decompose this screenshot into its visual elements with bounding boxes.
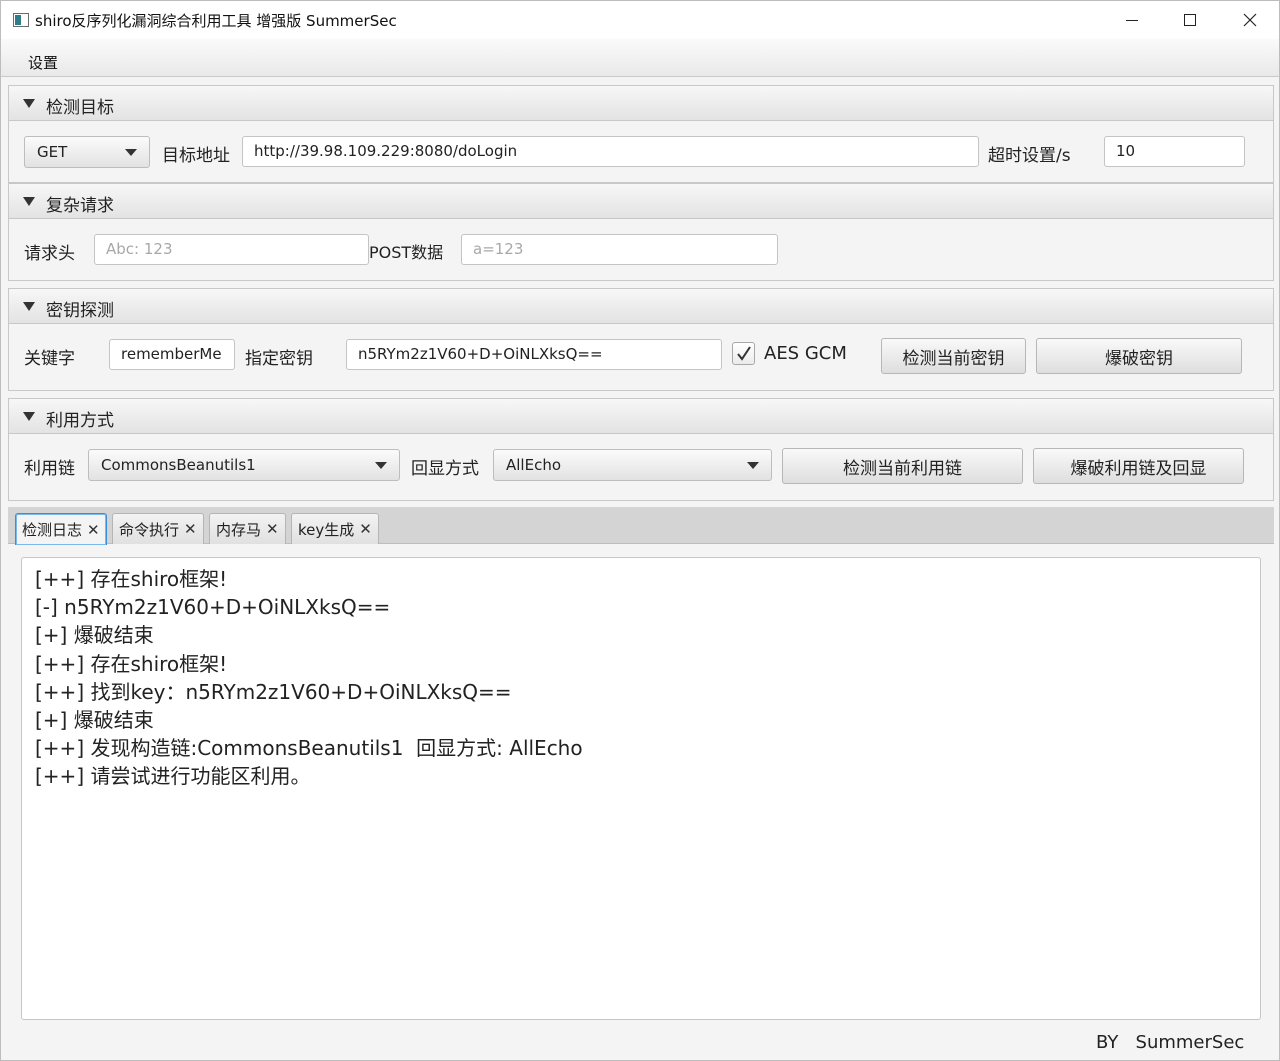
tab-label: key生成 [298, 520, 355, 539]
timeout-label: 超时设置/s [988, 146, 1071, 166]
complex-pane: 复杂请求 请求头 Abc: 123 POST数据 a=123 [8, 183, 1274, 281]
post-data-input[interactable]: a=123 [461, 234, 778, 265]
menu-bar: 设置 [1, 39, 1279, 77]
tab-key-gen[interactable]: key生成 ✕ [291, 513, 379, 544]
chevron-down-icon [375, 462, 387, 469]
close-icon[interactable]: ✕ [359, 520, 372, 538]
exploit-pane: 利用方式 利用链 CommonsBeanutils1 回显方式 AllEcho … [8, 398, 1274, 501]
complex-pane-title: 复杂请求 [46, 196, 114, 216]
footer-credit: BY SummerSec [1096, 1032, 1245, 1053]
close-button[interactable] [1221, 1, 1279, 39]
brute-chain-button[interactable]: 爆破利用链及回显 [1033, 448, 1244, 484]
timeout-input[interactable]: 10 [1104, 136, 1245, 167]
brute-key-button[interactable]: 爆破密钥 [1036, 338, 1242, 374]
echo-label: 回显方式 [411, 459, 479, 479]
log-line: [++] 请尝试进行功能区利用。 [35, 764, 311, 789]
tab-memshell[interactable]: 内存马 ✕ [209, 513, 286, 544]
echo-select[interactable]: AllEcho [493, 449, 772, 481]
tab-command-exec[interactable]: 命令执行 ✕ [112, 513, 204, 544]
tab-label: 内存马 [216, 520, 262, 539]
chain-value: CommonsBeanutils1 [101, 456, 256, 474]
url-label: 目标地址 [162, 146, 230, 166]
complex-pane-header[interactable]: 复杂请求 [9, 184, 1273, 219]
check-chain-button[interactable]: 检测当前利用链 [782, 448, 1023, 484]
headers-input[interactable]: Abc: 123 [94, 234, 369, 265]
tab-label: 命令执行 [119, 520, 180, 539]
keyword-input[interactable]: rememberMe [109, 339, 235, 370]
echo-value: AllEcho [506, 456, 562, 474]
aes-gcm-label: AES GCM [764, 343, 847, 364]
log-line: [+] 爆破结束 [35, 708, 154, 733]
url-input[interactable]: http://39.98.109.229:8080/doLogin [242, 136, 979, 167]
post-label: POST数据 [369, 243, 444, 262]
chain-select[interactable]: CommonsBeanutils1 [88, 449, 400, 481]
target-pane: 检测目标 GET 目标地址 http://39.98.109.229:8080/… [8, 85, 1274, 183]
app-window: shiro反序列化漏洞综合利用工具 增强版 SummerSec 设置 检测目标 … [0, 0, 1280, 1061]
key-input[interactable]: n5RYm2z1V60+D+OiNLXksQ== [346, 339, 722, 370]
log-textarea[interactable]: [++] 存在shiro框架! [-] n5RYm2z1V60+D+OiNLXk… [21, 557, 1261, 1020]
chevron-down-icon [747, 462, 759, 469]
close-icon[interactable]: ✕ [184, 520, 197, 538]
chevron-down-icon [125, 149, 137, 156]
tab-label: 检测日志 [22, 521, 83, 539]
window-title: shiro反序列化漏洞综合利用工具 增强版 SummerSec [35, 12, 397, 30]
close-icon [1243, 13, 1257, 27]
minimize-button[interactable] [1103, 1, 1161, 39]
maximize-button[interactable] [1161, 1, 1219, 39]
maximize-icon [1184, 14, 1196, 26]
menu-settings[interactable]: 设置 [28, 52, 58, 73]
log-line: [+] 爆破结束 [35, 623, 154, 648]
collapse-arrow-icon [23, 99, 35, 108]
collapse-arrow-icon [23, 302, 35, 311]
collapse-arrow-icon [23, 197, 35, 206]
log-line: [-] n5RYm2z1V60+D+OiNLXksQ== [35, 595, 391, 620]
method-value: GET [37, 143, 68, 161]
minimize-icon [1126, 19, 1138, 21]
log-line: [++] 存在shiro框架! [35, 651, 228, 676]
key-pane: 密钥探测 关键字 rememberMe 指定密钥 n5RYm2z1V60+D+O… [8, 288, 1274, 391]
tab-bar: 检测日志 ✕ 命令执行 ✕ 内存马 ✕ key生成 ✕ [8, 507, 1274, 545]
log-line: [++] 找到key：n5RYm2z1V60+D+OiNLXksQ== [35, 679, 512, 704]
headers-label: 请求头 [24, 244, 75, 264]
tab-detect-log[interactable]: 检测日志 ✕ [15, 513, 107, 545]
keyword-label: 关键字 [24, 349, 75, 369]
log-line: [++] 发现构造链:CommonsBeanutils1 回显方式: AllEc… [35, 736, 583, 761]
close-icon[interactable]: ✕ [266, 520, 279, 538]
method-select[interactable]: GET [24, 136, 150, 168]
chain-label: 利用链 [24, 459, 75, 479]
key-pane-header[interactable]: 密钥探测 [9, 289, 1273, 324]
title-bar: shiro反序列化漏洞综合利用工具 增强版 SummerSec [1, 1, 1279, 39]
aes-gcm-checkbox[interactable] [732, 342, 755, 365]
log-line: [++] 存在shiro框架! [35, 567, 228, 591]
target-pane-title: 检测目标 [46, 98, 114, 118]
collapse-arrow-icon [23, 412, 35, 421]
key-label: 指定密钥 [245, 349, 313, 369]
key-pane-title: 密钥探测 [46, 301, 114, 321]
exploit-pane-title: 利用方式 [46, 411, 114, 431]
app-icon [13, 13, 29, 27]
check-key-button[interactable]: 检测当前密钥 [881, 338, 1026, 374]
checkmark-icon [737, 346, 751, 361]
exploit-pane-header[interactable]: 利用方式 [9, 399, 1273, 434]
target-pane-header[interactable]: 检测目标 [9, 86, 1273, 121]
close-icon[interactable]: ✕ [87, 521, 100, 539]
